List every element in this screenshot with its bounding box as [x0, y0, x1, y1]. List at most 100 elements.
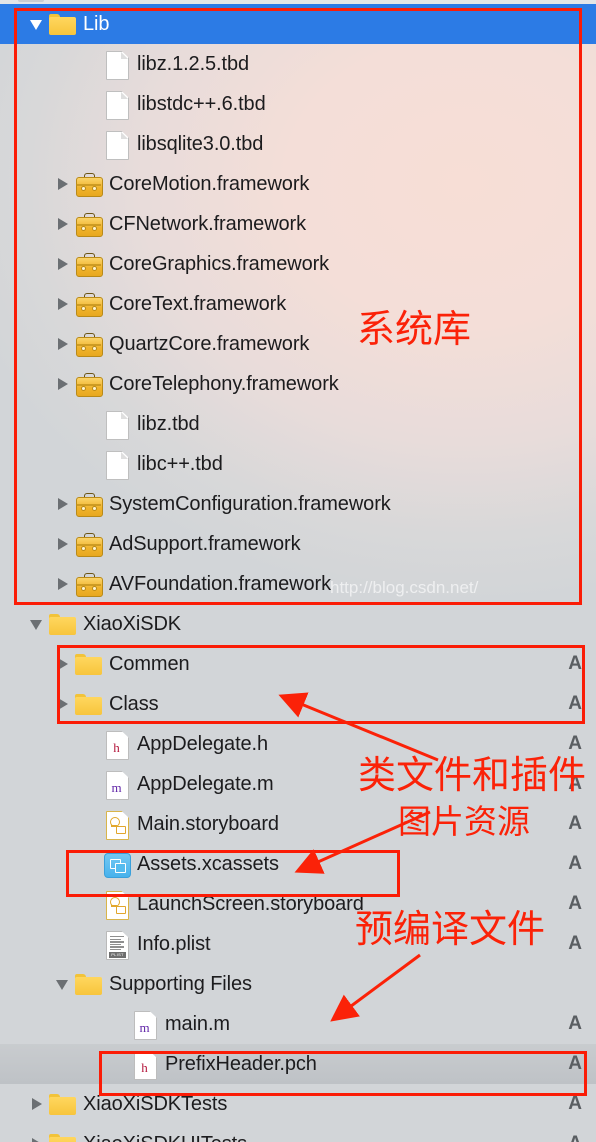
tree-row-label: XiaoXiSDKTests — [83, 1092, 228, 1115]
framework-icon — [74, 169, 103, 199]
disclosure-triangle-closed-icon[interactable] — [28, 1095, 46, 1113]
tree-row[interactable]: CoreMotion.framework — [0, 164, 596, 204]
status-badge: A — [568, 813, 582, 834]
disclosure-triangle-closed-icon[interactable] — [54, 215, 72, 233]
header-file-icon: h — [102, 729, 130, 760]
tree-row[interactable]: XiaoXiSDKTests A — [0, 1084, 596, 1124]
tree-row[interactable]: XiaoXiSDK — [0, 604, 596, 644]
folder-icon — [48, 609, 76, 639]
framework-icon — [74, 289, 103, 319]
tree-row[interactable]: CoreText.framework — [0, 284, 596, 324]
tree-row[interactable]: Lib — [0, 4, 596, 44]
status-badge: A — [568, 1013, 582, 1034]
tree-row-label: libc++.tbd — [137, 452, 223, 475]
tree-row-label: PrefixHeader.pch — [165, 1052, 317, 1075]
tree-row-label: Supporting Files — [109, 972, 252, 995]
tree-row-label: Main.storyboard — [137, 812, 279, 835]
document-icon — [102, 49, 130, 80]
tree-row[interactable]: libstdc++.6.tbd — [0, 84, 596, 124]
disclosure-triangle-closed-icon[interactable] — [54, 655, 72, 673]
storyboard-icon — [102, 889, 130, 920]
tree-row[interactable]: m main.m A — [0, 1004, 596, 1044]
disclosure-triangle-closed-icon[interactable] — [54, 575, 72, 593]
framework-icon — [74, 209, 103, 239]
status-badge: A — [568, 733, 582, 754]
tree-row-label: LaunchScreen.storyboard — [137, 892, 364, 915]
disclosure-triangle-closed-icon[interactable] — [54, 695, 72, 713]
tree-row[interactable]: QuartzCore.framework — [0, 324, 596, 364]
tree-row[interactable]: SystemConfiguration.framework — [0, 484, 596, 524]
tree-row[interactable]: XiaoXiSDKUITests A — [0, 1124, 596, 1142]
tree-row-label: main.m — [165, 1012, 230, 1035]
tree-row[interactable]: AVFoundation.framework — [0, 564, 596, 604]
tree-row-label: CoreText.framework — [109, 292, 287, 315]
site-watermark: http://blog.csdn.net/ — [330, 578, 479, 597]
tree-row[interactable]: CoreGraphics.framework — [0, 244, 596, 284]
tree-row[interactable]: libc++.tbd — [0, 444, 596, 484]
storyboard-icon — [102, 809, 130, 840]
tree-row[interactable]: h PrefixHeader.pch A — [0, 1044, 596, 1084]
disclosure-triangle-closed-icon[interactable] — [54, 335, 72, 353]
tree-row[interactable]: h AppDelegate.h A — [0, 724, 596, 764]
disclosure-triangle-closed-icon[interactable] — [54, 175, 72, 193]
status-badge: A — [568, 693, 582, 714]
tree-row-label: CoreGraphics.framework — [109, 252, 330, 275]
tree-row[interactable]: libz.1.2.5.tbd — [0, 44, 596, 84]
disclosure-triangle-open-icon[interactable] — [28, 15, 46, 33]
tree-row[interactable]: CoreTelephony.framework — [0, 364, 596, 404]
framework-icon — [74, 249, 103, 279]
tree-row-label: libz.tbd — [137, 412, 200, 435]
tree-row-label: XiaoXiSDK — [83, 612, 182, 635]
tree-row[interactable]: m AppDelegate.m A — [0, 764, 596, 804]
tree-row-label: CoreMotion.framework — [109, 172, 310, 195]
tree-row-label: CFNetwork.framework — [109, 212, 307, 235]
tree-row-label: AppDelegate.m — [137, 772, 274, 795]
tree-row[interactable]: Supporting Files — [0, 964, 596, 1004]
tree-row[interactable]: Assets.xcassets A — [0, 844, 596, 884]
disclosure-triangle-closed-icon[interactable] — [54, 295, 72, 313]
tree-row[interactable]: PLIST Info.plist A — [0, 924, 596, 964]
disclosure-triangle-closed-icon[interactable] — [54, 375, 72, 393]
tree-row-label: libstdc++.6.tbd — [137, 92, 266, 115]
disclosure-triangle-open-icon[interactable] — [54, 975, 72, 993]
plist-icon: PLIST — [102, 929, 130, 960]
folder-icon — [48, 1089, 76, 1119]
disclosure-triangle-closed-icon[interactable] — [54, 495, 72, 513]
tree-row-label: Lib — [83, 12, 110, 35]
tree-row[interactable]: Main.storyboard A — [0, 804, 596, 844]
folder-icon — [48, 9, 76, 39]
tree-row[interactable]: libsqlite3.0.tbd — [0, 124, 596, 164]
disclosure-triangle-closed-icon[interactable] — [28, 1135, 46, 1142]
file-tree[interactable]: Lib libz.1.2.5.tbd libstdc++.6.tbd libsqlit… — [0, 4, 596, 1142]
tree-row[interactable]: libz.tbd — [0, 404, 596, 444]
disclosure-triangle-closed-icon[interactable] — [54, 535, 72, 553]
tree-row-label: QuartzCore.framework — [109, 332, 310, 355]
tree-row-label: AppDelegate.h — [137, 732, 269, 755]
document-icon — [102, 409, 130, 440]
tree-row[interactable]: Class A — [0, 684, 596, 724]
document-icon — [102, 129, 130, 160]
status-badge: A — [558, 1133, 582, 1142]
tree-row[interactable]: Commen A — [0, 644, 596, 684]
tree-row[interactable]: CFNetwork.framework — [0, 204, 596, 244]
tree-row-label: AVFoundation.framework — [109, 572, 331, 595]
disclosure-triangle-closed-icon[interactable] — [54, 255, 72, 273]
tree-row-label: XiaoXiSDKUITests — [83, 1133, 247, 1142]
project-navigator[interactable]: Lib libz.1.2.5.tbd libstdc++.6.tbd libsqlit… — [0, 0, 596, 1142]
header-file-icon: h — [130, 1049, 158, 1080]
tree-row-label: CoreTelephony.framework — [109, 372, 339, 395]
tree-row[interactable]: AdSupport.framework — [0, 524, 596, 564]
tree-row[interactable]: LaunchScreen.storyboard A — [0, 884, 596, 924]
status-badge: A — [568, 1093, 582, 1114]
disclosure-triangle-open-icon[interactable] — [28, 615, 46, 633]
